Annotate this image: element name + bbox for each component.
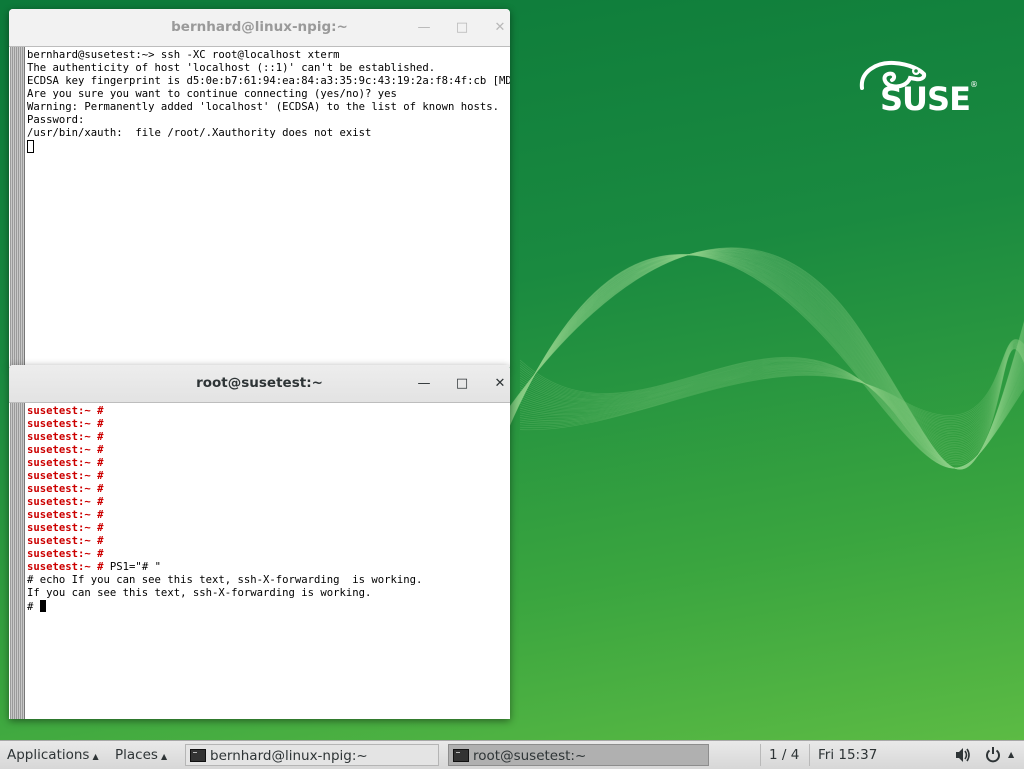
terminal-line: susetest:~ #	[27, 431, 422, 444]
bottom-panel: Applications ▲ Places ▲ bernhard@linux-npi…	[0, 740, 1024, 769]
terminal-line: ECDSA key fingerprint is d5:0e:b7:61:94:…	[27, 75, 510, 88]
terminal-line: susetest:~ # PS1="# "	[27, 561, 422, 574]
terminal-line: susetest:~ #	[27, 483, 422, 496]
shell-prompt: susetest:~ #	[27, 483, 104, 495]
terminal-text: ECDSA key fingerprint is d5:0e:b7:61:94:…	[27, 75, 510, 87]
shell-prompt: susetest:~ #	[27, 548, 104, 560]
terminal-line: susetest:~ #	[27, 548, 422, 561]
terminal-line: # echo If you can see this text, ssh-X-f…	[27, 574, 422, 587]
maximize-icon[interactable]: □	[452, 373, 472, 393]
terminal-text: # echo If you can see this text, ssh-X-f…	[27, 574, 423, 586]
terminal-icon	[190, 749, 206, 762]
maximize-icon[interactable]: □	[452, 17, 472, 37]
close-icon[interactable]: ✕	[490, 17, 510, 37]
terminal-line: /usr/bin/xauth: file /root/.Xauthority d…	[27, 127, 510, 140]
task-label: bernhard@linux-npig:~	[210, 748, 368, 764]
divider	[760, 744, 761, 766]
wave-line	[519, 339, 1024, 431]
clock[interactable]: Fri 15:37	[818, 741, 877, 769]
window-titlebar[interactable]: bernhard@linux-npig:~ — □ ✕	[9, 9, 510, 47]
window-titlebar[interactable]: root@susetest:~ — □ ✕	[9, 365, 510, 403]
terminal-text: If you can see this text, ssh-X-forwardi…	[27, 587, 372, 599]
applications-menu[interactable]: Applications ▲	[7, 741, 99, 769]
dropdown-arrow-icon: ▲	[92, 752, 99, 761]
terminal-line: The authenticity of host 'localhost (::1…	[27, 62, 510, 75]
volume-icon[interactable]	[954, 741, 972, 769]
terminal-line: susetest:~ #	[27, 457, 422, 470]
wave-line	[519, 341, 1024, 428]
dropdown-arrow-icon: ▲	[160, 752, 168, 761]
window-title: root@susetest:~	[196, 375, 323, 391]
terminal-text: Password:	[27, 114, 85, 126]
system-menu-arrow-icon[interactable]: ▲	[1008, 741, 1014, 769]
terminal-text: bernhard@susetest:~> ssh -XC root@localh…	[27, 49, 340, 61]
terminal-line: susetest:~ #	[27, 535, 422, 548]
task-label: root@susetest:~	[473, 748, 587, 764]
terminal-icon	[453, 749, 469, 762]
terminal-text: The authenticity of host 'localhost (::1…	[27, 62, 436, 74]
terminal-line	[27, 140, 510, 153]
shell-prompt: susetest:~ #	[27, 470, 104, 482]
terminal-line: susetest:~ #	[27, 509, 422, 522]
minimize-icon[interactable]: —	[414, 373, 434, 393]
text-cursor	[39, 600, 46, 612]
minimize-icon[interactable]: —	[414, 17, 434, 37]
shell-prompt: #	[27, 601, 40, 613]
scrollbar[interactable]	[10, 403, 25, 719]
divider	[809, 744, 810, 766]
terminal-window-bernhard[interactable]: bernhard@linux-npig:~ — □ ✕ bernhard@sus…	[9, 9, 510, 367]
shell-prompt: susetest:~ #	[27, 431, 104, 443]
terminal-output: bernhard@susetest:~> ssh -XC root@localh…	[27, 49, 510, 153]
terminal-area[interactable]: susetest:~ # susetest:~ # susetest:~ # suse…	[9, 403, 510, 719]
terminal-area[interactable]: bernhard@susetest:~> ssh -XC root@localh…	[9, 47, 510, 367]
window-title: bernhard@linux-npig:~	[171, 19, 348, 35]
shell-prompt: susetest:~ #	[27, 522, 104, 534]
terminal-line: susetest:~ #	[27, 444, 422, 457]
shell-prompt: susetest:~ #	[27, 418, 104, 430]
terminal-line: susetest:~ #	[27, 496, 422, 509]
terminal-line: bernhard@susetest:~> ssh -XC root@localh…	[27, 49, 510, 62]
applications-label: Applications	[7, 747, 90, 763]
terminal-line: Are you sure you want to continue connec…	[27, 88, 510, 101]
terminal-line: If you can see this text, ssh-X-forwardi…	[27, 587, 422, 600]
terminal-line: susetest:~ #	[27, 470, 422, 483]
shell-prompt: susetest:~ #	[27, 535, 104, 547]
terminal-output: susetest:~ # susetest:~ # susetest:~ # suse…	[27, 405, 422, 613]
terminal-line: susetest:~ #	[27, 522, 422, 535]
terminal-line: Password:	[27, 114, 510, 127]
places-label: Places	[115, 747, 158, 763]
terminal-line: susetest:~ #	[27, 418, 422, 431]
text-cursor	[27, 140, 34, 153]
shell-prompt: susetest:~ #	[27, 561, 104, 573]
terminal-text: /usr/bin/xauth: file /root/.Xauthority d…	[27, 127, 372, 139]
shell-prompt: susetest:~ #	[27, 405, 104, 417]
shell-prompt: susetest:~ #	[27, 457, 104, 469]
terminal-text: Warning: Permanently added 'localhost' (…	[27, 101, 499, 113]
shell-prompt: susetest:~ #	[27, 509, 104, 521]
suse-wordmark: SUSE®	[880, 80, 978, 118]
terminal-text: PS1="# "	[103, 561, 161, 573]
terminal-text: Are you sure you want to continue connec…	[27, 88, 397, 100]
scrollbar[interactable]	[10, 47, 25, 367]
power-icon[interactable]	[985, 741, 1001, 769]
terminal-line: #	[27, 600, 422, 613]
places-menu[interactable]: Places ▲	[115, 741, 167, 769]
shell-prompt: susetest:~ #	[27, 496, 104, 508]
terminal-line: Warning: Permanently added 'localhost' (…	[27, 101, 510, 114]
task-root[interactable]: root@susetest:~	[448, 744, 709, 766]
terminal-line: susetest:~ #	[27, 405, 422, 418]
workspace-switcher[interactable]: 1 / 4	[769, 741, 799, 769]
close-icon[interactable]: ✕	[490, 373, 510, 393]
terminal-window-root[interactable]: root@susetest:~ — □ ✕ susetest:~ # susete…	[9, 365, 510, 719]
task-bernhard[interactable]: bernhard@linux-npig:~	[185, 744, 439, 766]
shell-prompt: susetest:~ #	[27, 444, 104, 456]
